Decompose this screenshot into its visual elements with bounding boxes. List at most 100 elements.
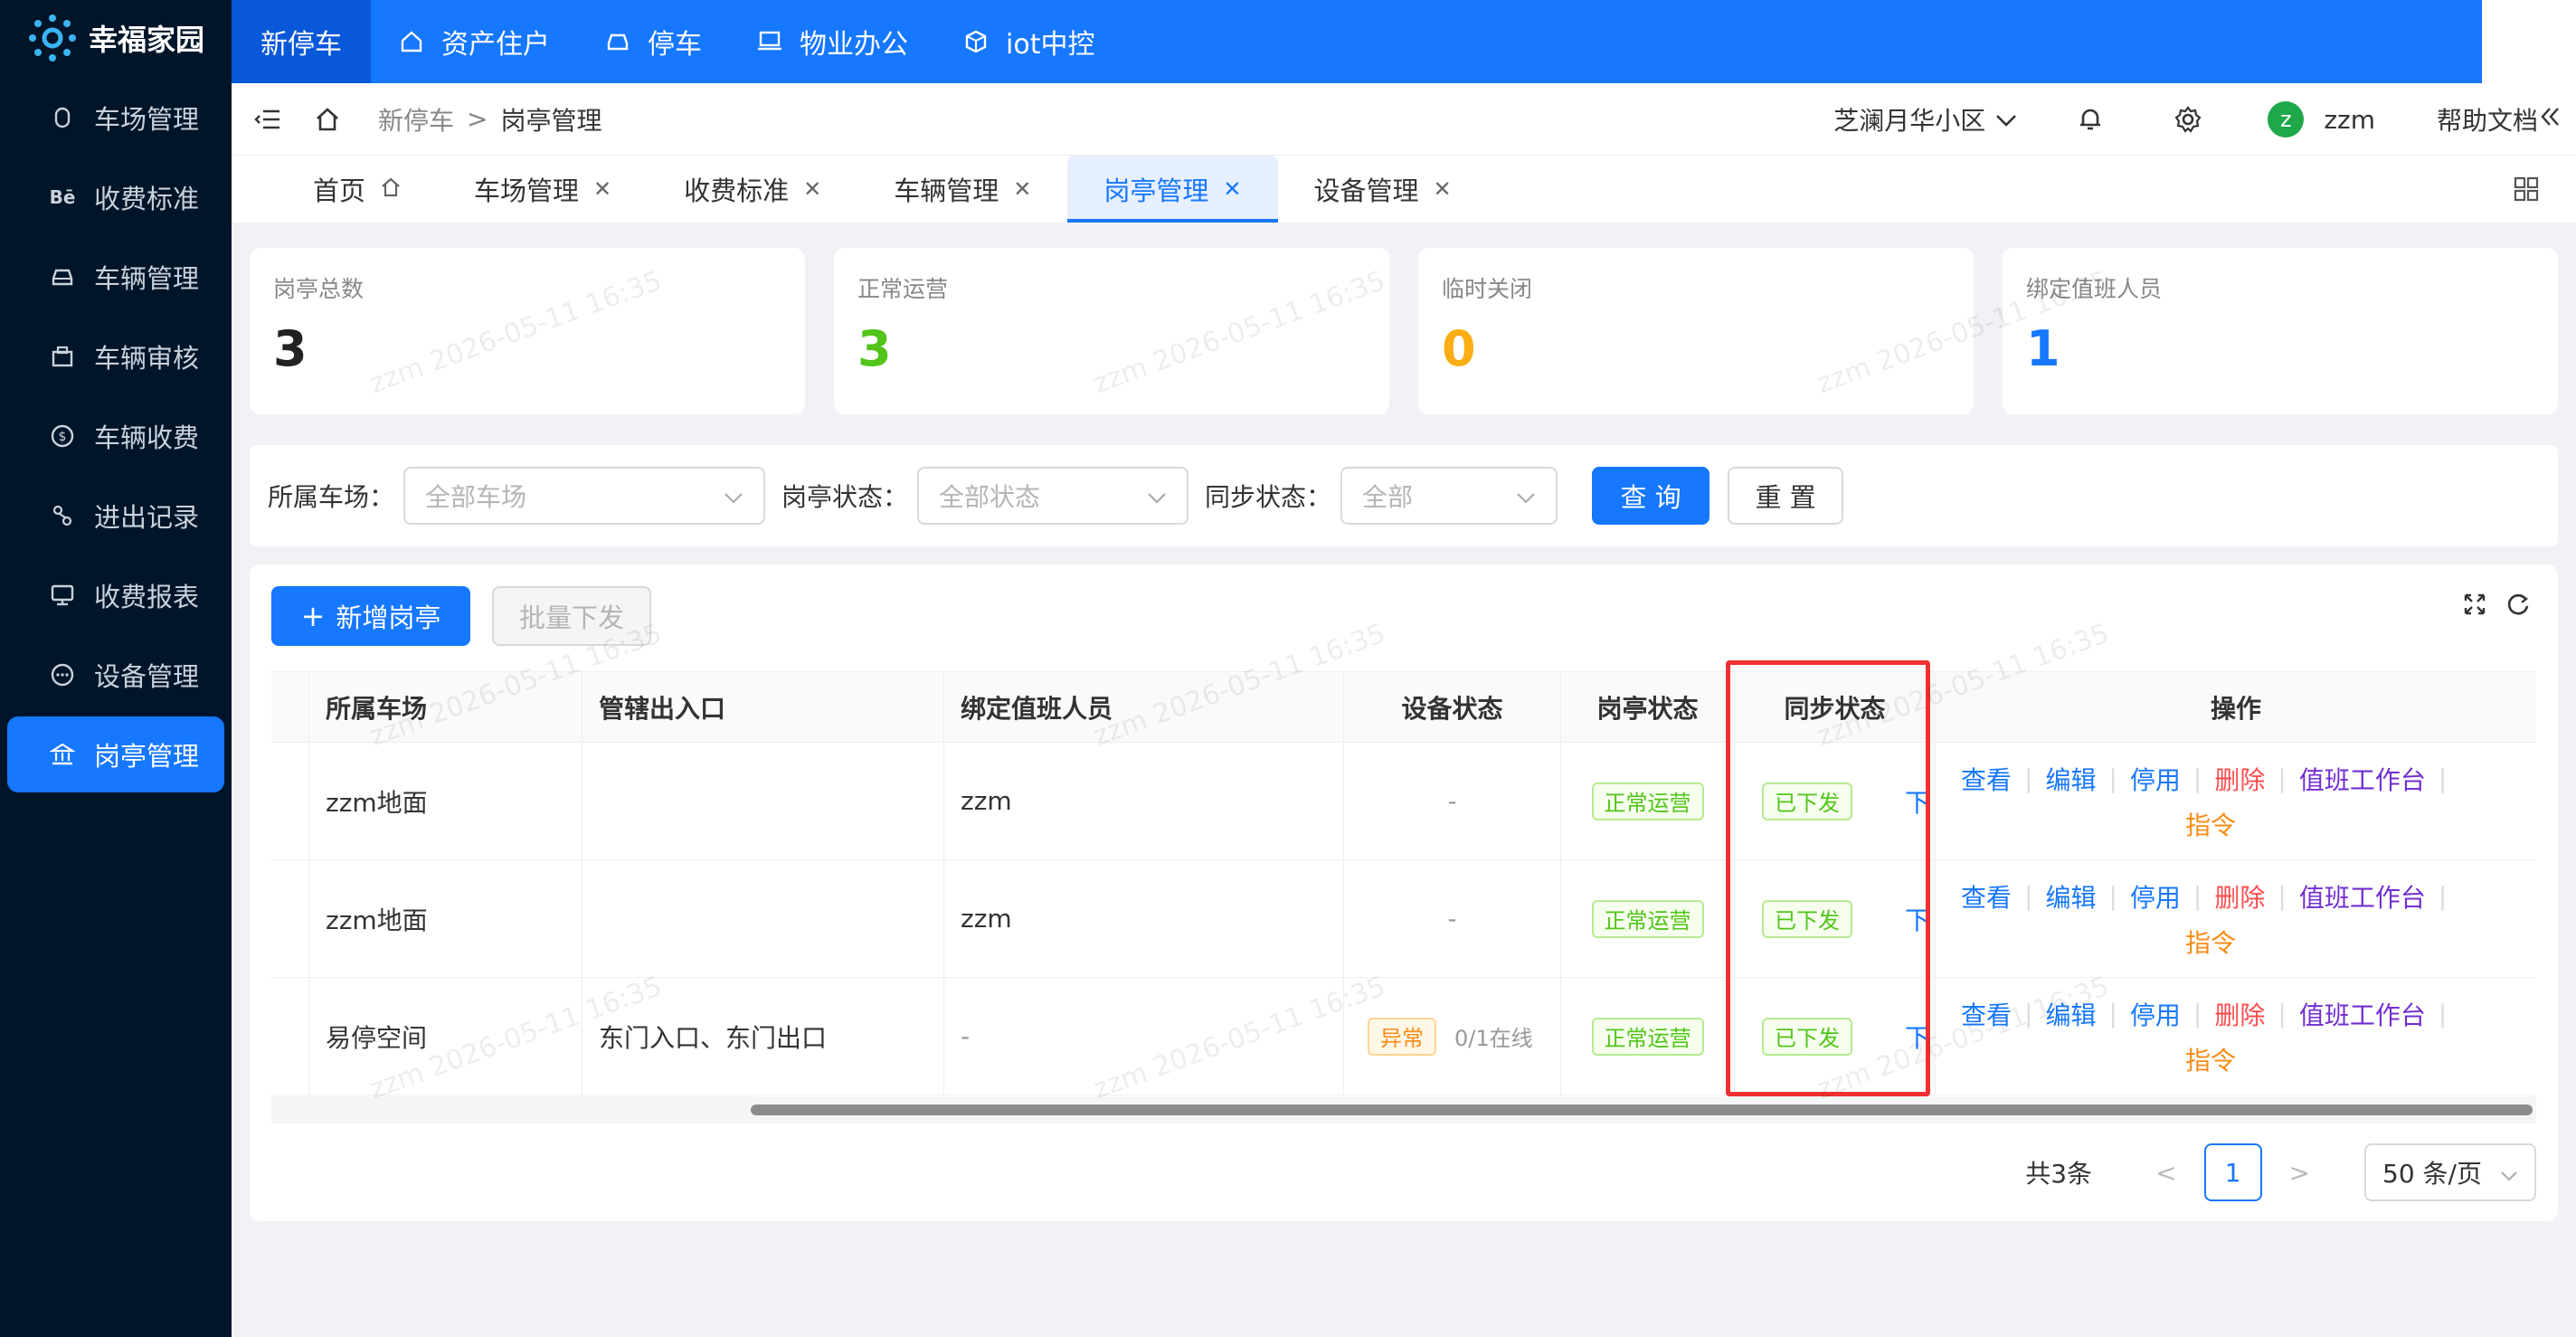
topnav-item-assets[interactable]: 资产住户 bbox=[371, 0, 577, 83]
view-link[interactable]: 查看 bbox=[1961, 996, 2012, 1032]
table-tools bbox=[2462, 592, 2531, 621]
topnav-item-parking[interactable]: 停车 bbox=[577, 0, 729, 83]
disable-link[interactable]: 停用 bbox=[2130, 878, 2181, 915]
topnav-item-new-parking[interactable]: 新停车 bbox=[232, 0, 371, 83]
help-docs-link[interactable]: 帮助文档 bbox=[2437, 101, 2562, 137]
command-link[interactable]: 指令 bbox=[2185, 806, 2236, 842]
tab-booth-mgmt[interactable]: 岗亭管理 ✕ bbox=[1067, 156, 1278, 223]
row-checkbox-cell bbox=[271, 860, 309, 977]
app-logo[interactable]: 幸福家园 bbox=[0, 0, 232, 76]
command-link[interactable]: 指令 bbox=[2185, 1041, 2236, 1077]
view-link[interactable]: 查看 bbox=[1961, 878, 2012, 915]
horizontal-scrollbar[interactable] bbox=[271, 1096, 2536, 1124]
device-online-count: 0/1在线 bbox=[1454, 1026, 1533, 1051]
edit-link[interactable]: 编辑 bbox=[2045, 878, 2096, 915]
community-name: 芝澜月华小区 bbox=[1833, 106, 1986, 136]
add-booth-button[interactable]: + 新增岗亭 bbox=[271, 586, 470, 646]
delete-link[interactable]: 删除 bbox=[2214, 761, 2265, 797]
tab-home[interactable]: 首页 bbox=[277, 156, 438, 223]
edit-link[interactable]: 编辑 bbox=[2045, 996, 2096, 1032]
edit-link[interactable]: 编辑 bbox=[2045, 761, 2096, 797]
cube-icon bbox=[962, 28, 990, 55]
booth-table: 所属车场 管辖出入口 绑定值班人员 设备状态 岗亭状态 同步状态 操作 zzm地… bbox=[271, 671, 2536, 1095]
fullscreen-icon[interactable] bbox=[2462, 592, 2487, 621]
avatar: z bbox=[2268, 101, 2305, 137]
close-icon[interactable]: ✕ bbox=[593, 176, 611, 202]
gear-icon[interactable] bbox=[2170, 101, 2206, 137]
community-selector[interactable]: 芝澜月华小区 bbox=[1833, 101, 2018, 137]
tab-fee-standard[interactable]: 收费标准 ✕ bbox=[648, 156, 857, 223]
view-link[interactable]: 查看 bbox=[1961, 761, 2012, 797]
table-header-cell: 绑定值班人员 bbox=[944, 672, 1344, 742]
sidebar-item-device-mgmt[interactable]: 设备管理 bbox=[7, 637, 224, 713]
close-icon[interactable]: ✕ bbox=[803, 176, 821, 202]
sync-select[interactable]: 全部 bbox=[1340, 467, 1558, 525]
bell-icon[interactable] bbox=[2072, 101, 2108, 137]
home-icon[interactable] bbox=[309, 101, 346, 137]
topnav-item-iot[interactable]: iot中控 bbox=[935, 0, 1122, 83]
tab-label: 车场管理 bbox=[474, 175, 580, 206]
topnav-item-office[interactable]: 物业办公 bbox=[729, 0, 935, 83]
tab-parking-lot[interactable]: 车场管理 ✕ bbox=[438, 156, 648, 223]
command-link[interactable]: 指令 bbox=[2185, 924, 2236, 960]
workbench-link[interactable]: 值班工作台 bbox=[2299, 996, 2426, 1032]
sidebar-item-booth-mgmt[interactable]: 岗亭管理 bbox=[7, 716, 224, 792]
workbench-link[interactable]: 值班工作台 bbox=[2299, 878, 2426, 915]
workbench-link[interactable]: 值班工作台 bbox=[2299, 761, 2426, 797]
delete-link[interactable]: 删除 bbox=[2214, 878, 2265, 915]
sidebar-item-fee-standard[interactable]: Bē 收费标准 bbox=[7, 159, 224, 235]
next-page-icon[interactable]: > bbox=[2289, 1158, 2310, 1188]
query-button[interactable]: 查 询 bbox=[1592, 467, 1710, 525]
disable-link[interactable]: 停用 bbox=[2130, 761, 2181, 797]
sidebar-item-vehicle-review[interactable]: 车辆审核 bbox=[7, 318, 224, 394]
page-size-value: 50 条/页 bbox=[2382, 1159, 2482, 1189]
close-icon[interactable]: ✕ bbox=[1223, 176, 1241, 202]
batch-issue-button[interactable]: 批量下发 bbox=[492, 586, 651, 646]
page-size-select[interactable]: 50 条/页 bbox=[2364, 1143, 2536, 1201]
lot-cell: zzm地面 bbox=[309, 743, 582, 859]
breadcrumb-parent[interactable]: 新停车 bbox=[378, 101, 454, 137]
total-count: 共3条 bbox=[2025, 1159, 2093, 1189]
sidebar-item-fee-report[interactable]: 收费报表 bbox=[7, 557, 224, 633]
refresh-icon[interactable] bbox=[2505, 592, 2531, 621]
action-separator: | bbox=[2108, 881, 2117, 911]
tab-device-mgmt[interactable]: 设备管理 ✕ bbox=[1278, 156, 1488, 223]
car-icon bbox=[49, 263, 76, 290]
tab-label: 设备管理 bbox=[1313, 175, 1419, 206]
stat-label: 正常运营 bbox=[857, 276, 949, 302]
home-icon bbox=[380, 174, 402, 204]
issue-link[interactable]: 下 bbox=[1905, 783, 1930, 820]
sidebar-item-vehicle-fees[interactable]: $ 车辆收费 bbox=[7, 398, 224, 474]
sidebar-item-label: 车场管理 bbox=[94, 104, 200, 135]
prev-page-icon[interactable]: < bbox=[2155, 1158, 2176, 1188]
action-separator: | bbox=[2278, 881, 2287, 911]
action-separator: | bbox=[2438, 881, 2448, 911]
action-separator: | bbox=[2024, 763, 2033, 793]
lot-select[interactable]: 全部车场 bbox=[403, 467, 766, 525]
sidebar-item-vehicle-mgmt[interactable]: 车辆管理 bbox=[7, 239, 224, 315]
delete-link[interactable]: 删除 bbox=[2214, 996, 2265, 1032]
tab-vehicle-mgmt[interactable]: 车辆管理 ✕ bbox=[857, 156, 1067, 223]
row-checkbox-cell bbox=[271, 743, 309, 859]
close-icon[interactable]: ✕ bbox=[1434, 176, 1452, 202]
user-menu[interactable]: z zzm bbox=[2268, 101, 2375, 137]
page-number[interactable]: 1 bbox=[2203, 1143, 2262, 1201]
menu-fold-icon[interactable] bbox=[250, 101, 286, 137]
behance-icon: Bē bbox=[49, 186, 76, 208]
issue-link[interactable]: 下 bbox=[1905, 901, 1930, 937]
reset-button[interactable]: 重 置 bbox=[1728, 467, 1844, 525]
close-icon[interactable]: ✕ bbox=[1013, 176, 1031, 202]
lot-cell: zzm地面 bbox=[309, 860, 582, 977]
issue-link[interactable]: 下 bbox=[1905, 1019, 1930, 1055]
status-select-placeholder: 全部状态 bbox=[939, 482, 1041, 512]
scrollbar-thumb[interactable] bbox=[751, 1105, 2533, 1115]
sidebar-item-parking-lot[interactable]: 车场管理 bbox=[7, 80, 224, 156]
action-separator: | bbox=[2438, 999, 2448, 1029]
disable-link[interactable]: 停用 bbox=[2130, 996, 2181, 1032]
grid-icon[interactable] bbox=[2513, 175, 2540, 206]
stat-value: 3 bbox=[857, 320, 892, 377]
sidebar-item-access-records[interactable]: 进出记录 bbox=[7, 478, 224, 554]
table-header-cell bbox=[271, 672, 309, 742]
status-select[interactable]: 全部状态 bbox=[917, 467, 1189, 525]
sidebar: 幸福家园 车场管理 Bē 收费标准 车辆管理 车辆审核 $ 车辆收费 进出记录 … bbox=[0, 0, 232, 1337]
